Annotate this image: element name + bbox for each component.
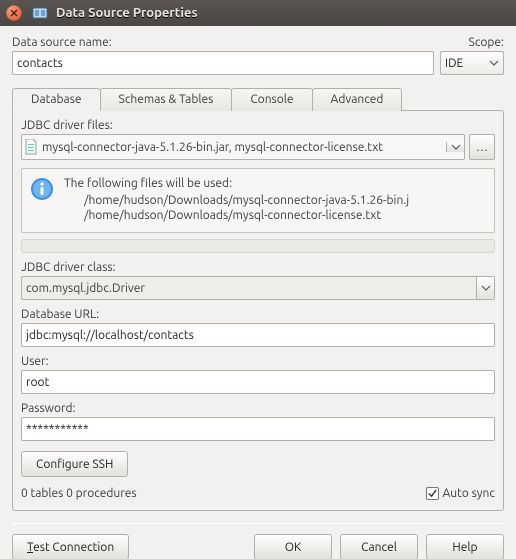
tab-database[interactable]: Database [12, 88, 101, 111]
db-url-input[interactable] [21, 323, 495, 347]
scope-select[interactable]: IDE [440, 51, 504, 75]
info-heading: The following files will be used: [64, 177, 409, 190]
ellipsis-icon: … [476, 141, 488, 154]
password-input[interactable] [21, 417, 495, 441]
jdbc-class-dropdown-button[interactable] [476, 277, 494, 299]
window-titlebar: Data Source Properties [0, 0, 516, 26]
jdbc-files-browse-button[interactable]: … [469, 134, 495, 160]
database-panel: JDBC driver files: mysql-connector-java-… [12, 110, 504, 511]
jdbc-files-combo[interactable]: mysql-connector-java-5.1.26-bin.jar, mys… [21, 134, 465, 160]
stats-text: 0 tables 0 procedures [21, 487, 426, 500]
separator [12, 523, 504, 524]
auto-sync-label: Auto sync [442, 487, 495, 500]
user-label: User: [21, 355, 495, 368]
jdbc-files-value: mysql-connector-java-5.1.26-bin.jar, mys… [40, 141, 446, 154]
tab-console[interactable]: Console [231, 88, 312, 111]
checkbox-icon [426, 487, 439, 500]
chevron-down-icon [451, 142, 461, 152]
chevron-down-icon [481, 283, 491, 293]
app-icon [32, 5, 48, 21]
window-title: Data Source Properties [56, 6, 510, 20]
scope-value: IDE [445, 57, 463, 70]
files-info-box: The following files will be used: /home/… [21, 168, 495, 233]
user-input[interactable] [21, 370, 495, 394]
jdbc-files-dropdown-button[interactable] [446, 142, 464, 152]
jdbc-class-label: JDBC driver class: [21, 261, 495, 274]
help-button[interactable]: Help [426, 534, 504, 559]
ok-button[interactable]: OK [254, 534, 332, 559]
jdbc-class-value: com.mysql.jdbc.Driver [22, 282, 476, 295]
info-file-1: /home/hudson/Downloads/mysql-connector-j… [84, 194, 409, 207]
file-icon [22, 139, 40, 155]
jdbc-class-select[interactable]: com.mysql.jdbc.Driver [21, 276, 495, 300]
dialog-footer: Test Connection OK Cancel Help [12, 534, 504, 559]
jdbc-files-label: JDBC driver files: [21, 119, 495, 132]
tab-advanced[interactable]: Advanced [312, 88, 403, 111]
checkmark-icon [428, 489, 437, 498]
test-connection-button[interactable]: Test Connection [12, 534, 129, 559]
data-source-name-label: Data source name: [12, 36, 440, 49]
chevron-down-icon [489, 58, 499, 68]
tab-bar: Database Schemas & Tables Console Advanc… [12, 87, 504, 110]
configure-ssh-button[interactable]: Configure SSH [21, 451, 128, 477]
cancel-button[interactable]: Cancel [340, 534, 418, 559]
auto-sync-checkbox[interactable]: Auto sync [426, 487, 495, 500]
scope-label: Scope: [440, 36, 504, 49]
close-icon[interactable] [6, 5, 22, 21]
tab-schemas-tables[interactable]: Schemas & Tables [100, 88, 233, 111]
data-source-name-input[interactable] [12, 51, 434, 75]
password-label: Password: [21, 402, 495, 415]
db-url-label: Database URL: [21, 308, 495, 321]
info-file-2: /home/hudson/Downloads/mysql-connector-l… [84, 209, 409, 222]
info-scrollbar[interactable] [21, 239, 495, 253]
info-icon [30, 177, 54, 201]
